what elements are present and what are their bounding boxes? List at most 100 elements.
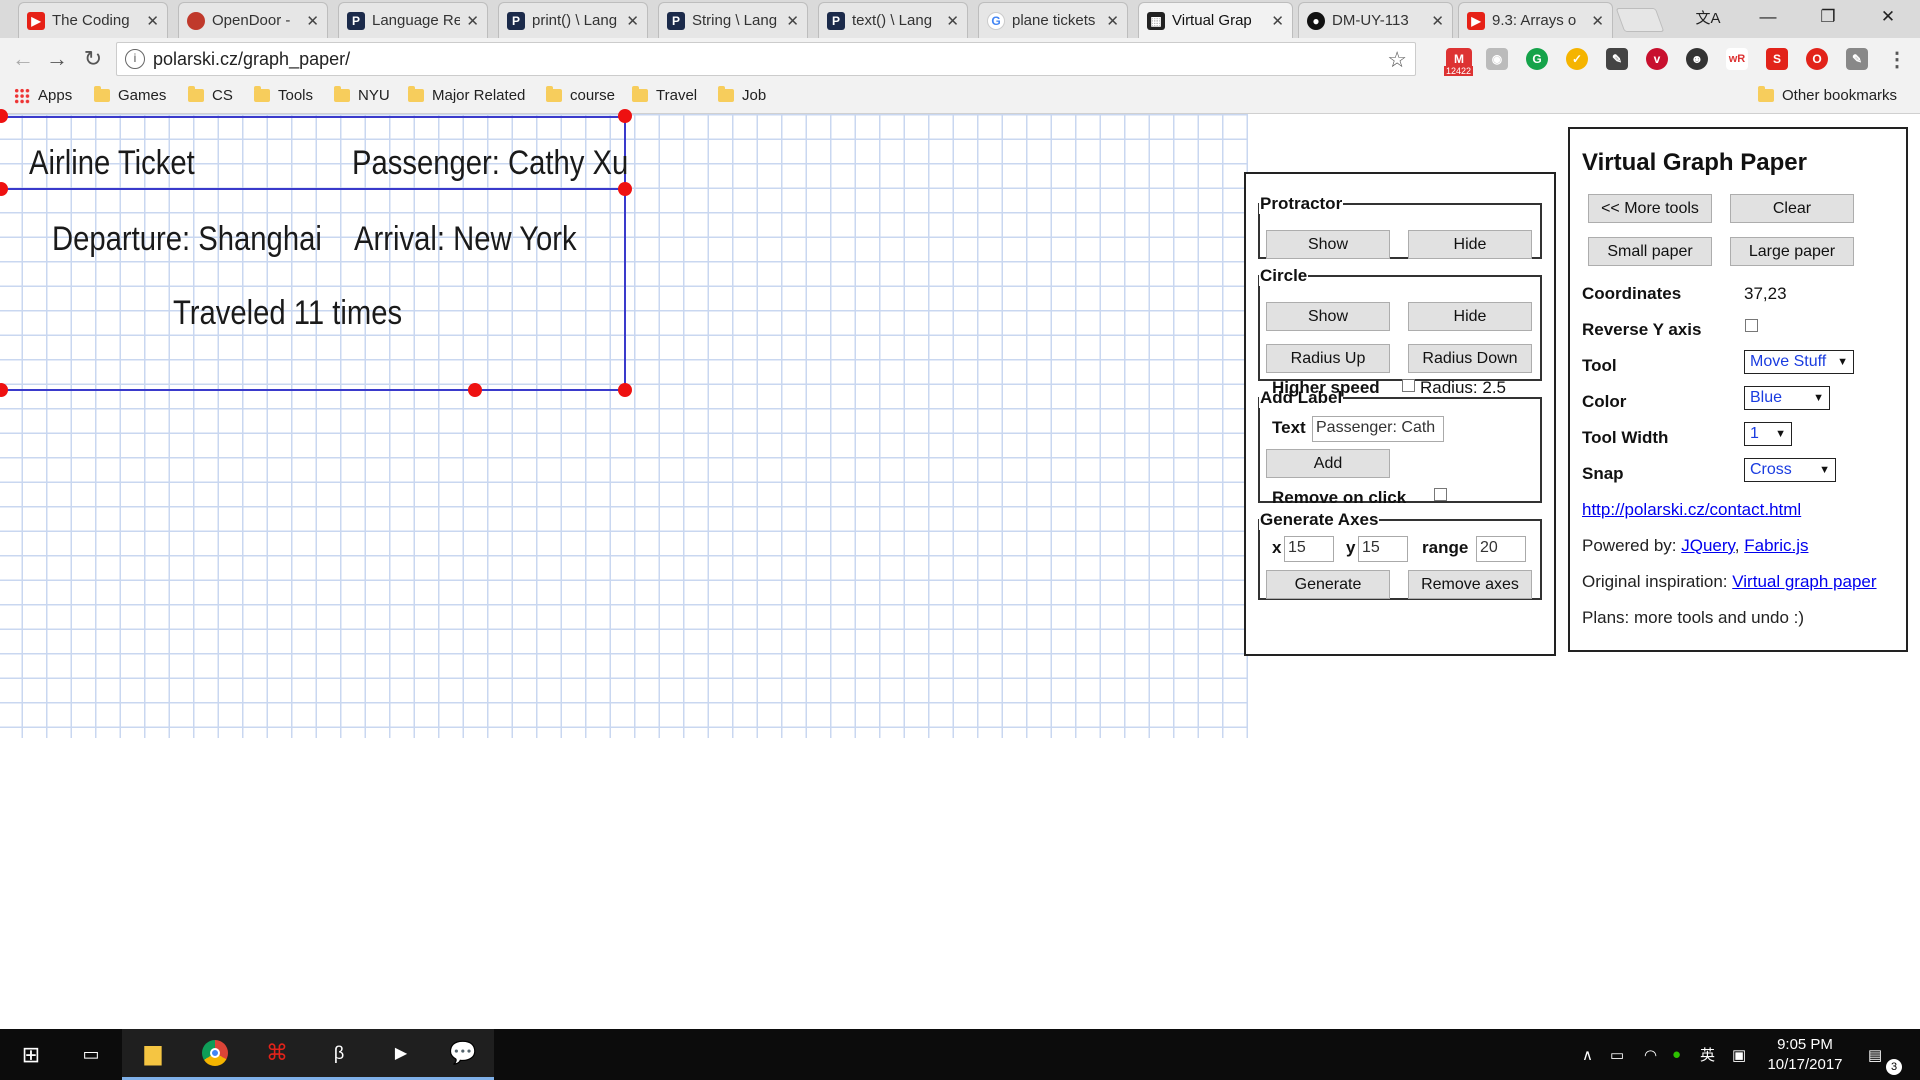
tab-6[interactable]: G plane tickets ✕: [978, 2, 1128, 38]
ticket-title[interactable]: Airline Ticket: [29, 144, 195, 183]
chrome-ext-icon[interactable]: ✓: [1566, 48, 1588, 70]
ticket-passenger[interactable]: Passenger: Cathy Xu: [352, 144, 628, 183]
bookmark-folder[interactable]: Major Related: [408, 86, 525, 104]
close-icon[interactable]: ✕: [146, 12, 159, 30]
wechat-icon[interactable]: 💬: [432, 1029, 494, 1080]
contact-link[interactable]: http://polarski.cz/contact.html: [1582, 500, 1801, 520]
forward-button[interactable]: →: [44, 46, 70, 72]
action-center-icon[interactable]: ▤: [1868, 1029, 1882, 1080]
close-icon[interactable]: ✕: [946, 12, 959, 30]
file-explorer-icon[interactable]: ▆: [122, 1029, 184, 1080]
media-player-icon[interactable]: ▶: [370, 1029, 432, 1080]
color-select[interactable]: Blue ▼: [1744, 386, 1830, 410]
vivaldi-icon[interactable]: v: [1646, 48, 1668, 70]
chrome-icon[interactable]: [184, 1029, 246, 1080]
bookmark-folder[interactable]: Travel: [632, 86, 697, 104]
bookmark-star-icon[interactable]: ☆: [1387, 47, 1407, 73]
remove-axes-button[interactable]: Remove axes: [1408, 570, 1532, 599]
x-input[interactable]: 15: [1284, 536, 1334, 562]
snap-select[interactable]: Cross ▼: [1744, 458, 1836, 482]
info-icon[interactable]: i: [125, 49, 145, 69]
close-icon[interactable]: ✕: [1106, 12, 1119, 30]
back-button[interactable]: ←: [10, 46, 36, 72]
minimize-button[interactable]: —: [1740, 0, 1796, 34]
selection-handle[interactable]: [618, 182, 632, 196]
add-label-button[interactable]: Add: [1266, 449, 1390, 478]
menu-icon[interactable]: ⋮: [1886, 48, 1908, 71]
tab-1[interactable]: OpenDoor - ✕: [178, 2, 328, 38]
tool-width-select[interactable]: 1 ▼: [1744, 422, 1792, 446]
selection-handle[interactable]: [0, 109, 8, 123]
radius-up-button[interactable]: Radius Up: [1266, 344, 1390, 373]
close-icon[interactable]: ✕: [1271, 12, 1284, 30]
address-bar[interactable]: i polarski.cz/graph_paper/ ☆: [116, 42, 1416, 76]
system-clock[interactable]: 9:05 PM 10/17/2017: [1755, 1035, 1855, 1075]
input-method-icon[interactable]: ▣: [1732, 1029, 1746, 1080]
tab-4[interactable]: P String \ Lang ✕: [658, 2, 808, 38]
selection-handle[interactable]: [618, 383, 632, 397]
selection-handle[interactable]: [468, 383, 482, 397]
s-icon[interactable]: S: [1766, 48, 1788, 70]
grammarly-icon[interactable]: G: [1526, 48, 1548, 70]
selection-handle[interactable]: [0, 182, 8, 196]
tab-0[interactable]: ▶ The Coding ✕: [18, 2, 168, 38]
camera-icon[interactable]: ◉: [1486, 48, 1508, 70]
bookmark-apps[interactable]: Apps: [14, 87, 72, 104]
reload-button[interactable]: ↻: [80, 46, 106, 72]
fabric-link[interactable]: Fabric.js: [1744, 536, 1808, 555]
bookmark-folder[interactable]: Job: [718, 86, 766, 104]
circle-show-button[interactable]: Show: [1266, 302, 1390, 331]
y-input[interactable]: 15: [1358, 536, 1408, 562]
bookmark-folder[interactable]: Games: [94, 86, 166, 104]
small-paper-button[interactable]: Small paper: [1588, 237, 1712, 266]
close-icon[interactable]: ✕: [1431, 12, 1444, 30]
battery-icon[interactable]: ▭: [1610, 1029, 1624, 1080]
brackets-icon[interactable]: β: [308, 1029, 370, 1080]
tool-select[interactable]: Move Stuff ▼: [1744, 350, 1854, 374]
wechat-tray-icon[interactable]: ●: [1672, 1029, 1681, 1080]
panda-icon[interactable]: ☻: [1686, 48, 1708, 70]
inspiration-link[interactable]: Virtual graph paper: [1732, 572, 1876, 591]
tab-5[interactable]: P text() \ Lang ✕: [818, 2, 968, 38]
reverse-y-checkbox[interactable]: [1745, 319, 1758, 332]
protractor-hide-button[interactable]: Hide: [1408, 230, 1532, 259]
more-tools-button[interactable]: << More tools: [1588, 194, 1712, 223]
close-window-button[interactable]: ✕: [1860, 0, 1916, 34]
tool-ext-icon[interactable]: ✎: [1846, 48, 1868, 70]
ime-indicator[interactable]: 英: [1700, 1029, 1715, 1080]
show-hidden-icon[interactable]: ∧: [1582, 1029, 1593, 1080]
profile-icon[interactable]: 文A: [1680, 0, 1736, 34]
close-icon[interactable]: ✕: [306, 12, 319, 30]
close-icon[interactable]: ✕: [626, 12, 639, 30]
label-text-input[interactable]: Passenger: Cath: [1312, 416, 1444, 442]
protractor-show-button[interactable]: Show: [1266, 230, 1390, 259]
selection-handle[interactable]: [618, 109, 632, 123]
close-icon[interactable]: ✕: [786, 12, 799, 30]
generate-axes-button[interactable]: Generate: [1266, 570, 1390, 599]
large-paper-button[interactable]: Large paper: [1730, 237, 1854, 266]
graph-paper-canvas[interactable]: Airline Ticket Passenger: Cathy Xu Depar…: [0, 109, 1248, 738]
close-icon[interactable]: ✕: [466, 12, 479, 30]
opera-icon[interactable]: O: [1806, 48, 1828, 70]
tab-9[interactable]: ▶ 9.3: Arrays o ✕: [1458, 2, 1613, 38]
new-tab-button[interactable]: [1615, 8, 1665, 32]
tab-8[interactable]: ● DM-UY-113 ✕: [1298, 2, 1453, 38]
wr-icon[interactable]: wR: [1726, 48, 1748, 70]
eyedropper-icon[interactable]: ✎: [1606, 48, 1628, 70]
bookmark-folder[interactable]: NYU: [334, 86, 390, 104]
wifi-icon[interactable]: ◠: [1644, 1029, 1657, 1080]
jquery-link[interactable]: JQuery: [1681, 536, 1735, 555]
clear-button[interactable]: Clear: [1730, 194, 1854, 223]
close-icon[interactable]: ✕: [1591, 12, 1604, 30]
ticket-traveled[interactable]: Traveled 11 times: [173, 294, 402, 333]
circle-hide-button[interactable]: Hide: [1408, 302, 1532, 331]
bookmark-folder[interactable]: course: [546, 86, 615, 104]
tab-7[interactable]: ▦ Virtual Grap ✕: [1138, 2, 1293, 38]
bookmark-folder[interactable]: CS: [188, 86, 233, 104]
tab-3[interactable]: P print() \ Lang ✕: [498, 2, 648, 38]
windows-start-icon[interactable]: ⊞: [0, 1029, 62, 1080]
remove-on-click-checkbox[interactable]: [1434, 488, 1447, 501]
tab-2[interactable]: P Language Re ✕: [338, 2, 488, 38]
restore-button[interactable]: ❐: [1800, 0, 1856, 34]
selection-handle[interactable]: [0, 383, 8, 397]
